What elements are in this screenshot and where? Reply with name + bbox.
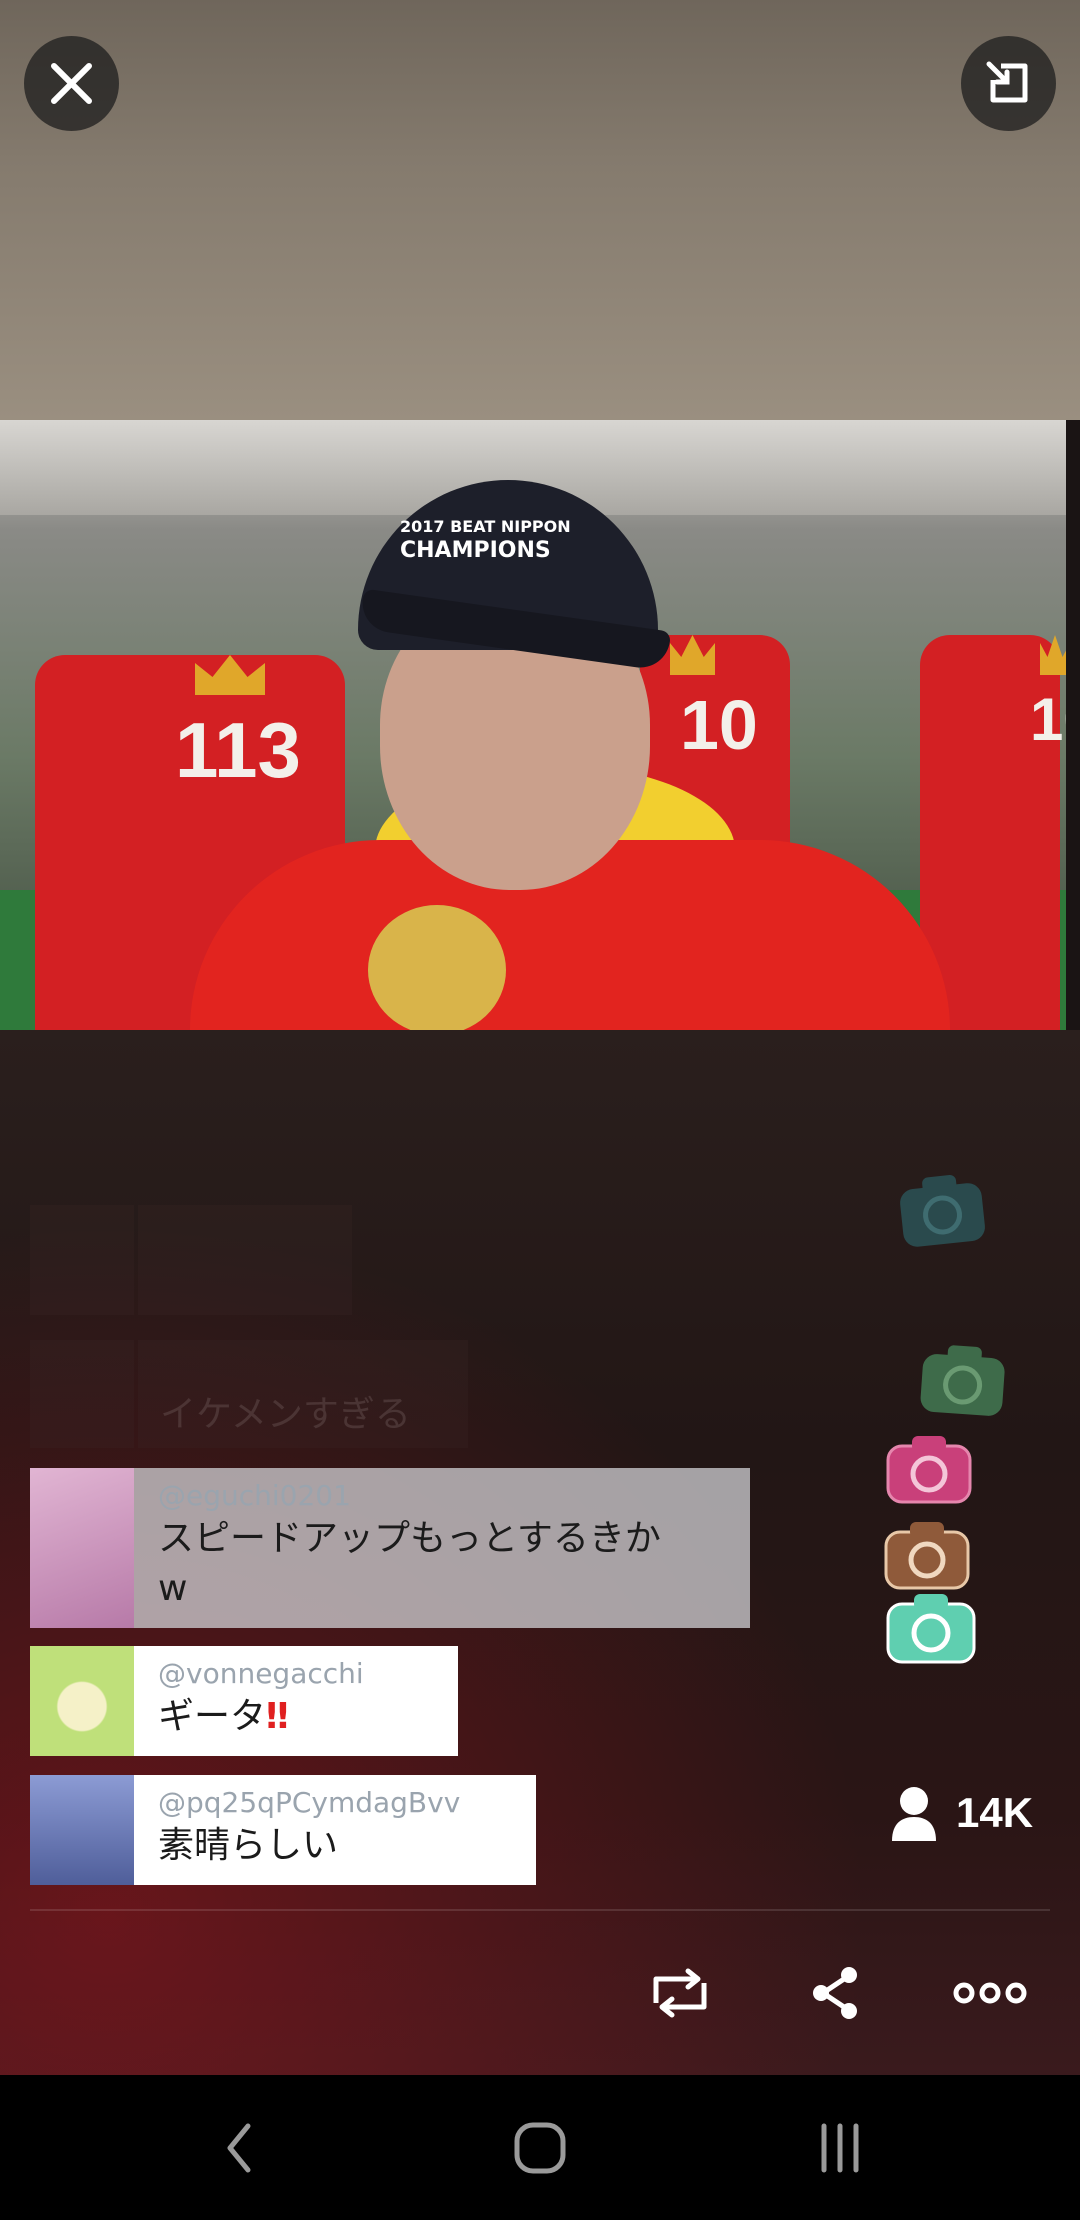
- cap-text-line1: 2017 BEAT NIPPON: [400, 517, 571, 536]
- comment-text-main: ギータ: [158, 1696, 267, 1737]
- ghost-comment-body: [138, 1205, 352, 1315]
- recents-button[interactable]: [810, 2118, 870, 2178]
- comment-text: ギータ‼: [158, 1692, 434, 1742]
- comment-username[interactable]: @eguchi0201: [158, 1478, 726, 1514]
- avatar[interactable]: [30, 1646, 134, 1756]
- back-button[interactable]: [210, 2118, 270, 2178]
- comment-text: 素晴らしい: [158, 1825, 339, 1866]
- viewer-count[interactable]: 14K: [890, 1783, 1033, 1843]
- recents-icon: [821, 2123, 859, 2173]
- ghost-comment-text: イケメンすぎる: [160, 1394, 411, 1435]
- double-exclamation-icon: ‼: [266, 1696, 289, 1737]
- avatar[interactable]: [30, 1468, 134, 1628]
- jersey-number: 10: [1030, 686, 1066, 753]
- more-icon: [953, 1982, 1027, 2004]
- camera-icon: [920, 1345, 1005, 1416]
- share-icon: [813, 1967, 857, 2019]
- camera-icon: [886, 1594, 976, 1664]
- player-right: 10: [920, 635, 1066, 1030]
- comment-text: スピードアップもっとするきか w: [158, 1518, 661, 1609]
- retweet-icon: [653, 1968, 707, 2018]
- crown-icon: [670, 635, 715, 675]
- home-button[interactable]: [510, 2118, 570, 2178]
- crown-icon: [195, 655, 265, 695]
- crown-icon: [1040, 635, 1066, 675]
- picture-in-picture-icon: [986, 61, 1028, 103]
- comment-item[interactable]: @vonnegacchi ギータ‼: [30, 1646, 458, 1756]
- ghost-comment-avatar: [30, 1340, 134, 1448]
- comment-body: @pq25qPCymdagBvv 素晴らしい: [134, 1775, 536, 1885]
- camera-icon: [886, 1436, 972, 1504]
- comment-item[interactable]: @pq25qPCymdagBvv 素晴らしい: [30, 1775, 536, 1885]
- ghost-comment-avatar: [30, 1205, 134, 1315]
- back-icon: [227, 2123, 251, 2173]
- share-button[interactable]: [795, 1963, 875, 2023]
- comment-item[interactable]: @eguchi0201 スピードアップもっとするきか w: [30, 1468, 750, 1628]
- top-background: [0, 0, 1080, 420]
- minimize-button[interactable]: [961, 36, 1056, 131]
- more-button[interactable]: [950, 1963, 1030, 2023]
- jersey-number: 10: [680, 686, 758, 764]
- divider: [30, 1909, 1050, 1911]
- close-icon: [51, 63, 92, 104]
- microphone: [368, 905, 506, 1030]
- jersey-number: 113: [175, 706, 301, 794]
- camera-icon: [884, 1522, 970, 1590]
- retweet-button[interactable]: [640, 1963, 720, 2023]
- home-icon: [514, 2122, 566, 2174]
- viewer-count-text: 14K: [956, 1789, 1034, 1836]
- comment-body: @vonnegacchi ギータ‼: [134, 1646, 458, 1756]
- comment-username[interactable]: @vonnegacchi: [158, 1656, 434, 1692]
- cap-text-line2: CHAMPIONS: [400, 538, 551, 563]
- camera-icon: [900, 1175, 985, 1247]
- person-icon: [892, 1787, 936, 1841]
- close-button[interactable]: [24, 36, 119, 131]
- avatar[interactable]: [30, 1775, 134, 1885]
- video-player[interactable]: 113 10 10 2017 BEAT NIPPON CHAMPIONS: [0, 420, 1066, 1030]
- comment-body: @eguchi0201 スピードアップもっとするきか w: [134, 1468, 750, 1628]
- comment-username[interactable]: @pq25qPCymdagBvv: [158, 1785, 512, 1821]
- cap-logo-text: 2017 BEAT NIPPON CHAMPIONS: [400, 515, 571, 563]
